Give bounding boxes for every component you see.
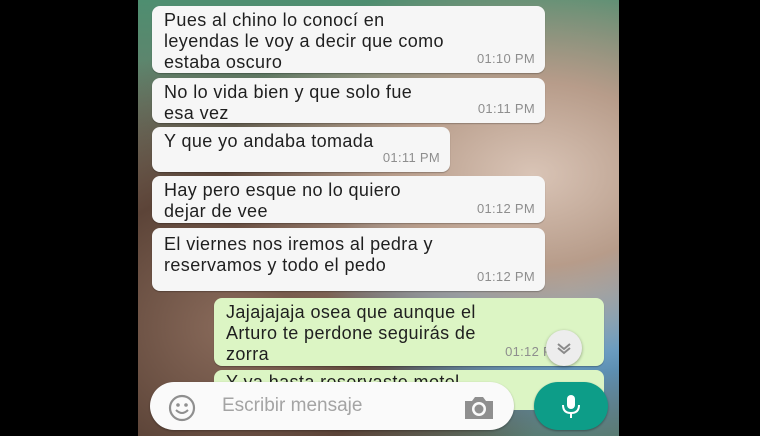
scroll-down-button[interactable] [546, 330, 582, 366]
microphone-button[interactable] [534, 382, 608, 430]
message-time: 01:11 PM [382, 150, 440, 165]
message-time: 01:12 PM [476, 201, 535, 216]
message-incoming[interactable]: Hay pero esque no lo quiero dejar de vee… [152, 176, 545, 223]
message-time: 01:12 P [505, 344, 552, 359]
message-time: 01:10 PM [476, 51, 535, 66]
message-incoming[interactable]: Pues al chino lo conocí en leyendas le v… [152, 6, 545, 73]
message-incoming[interactable]: Y que yo andaba tomada 01:11 PM [152, 127, 450, 172]
message-incoming[interactable]: No lo vida bien y que solo fue esa vez 0… [152, 78, 545, 123]
message-composer [150, 382, 514, 430]
message-time: 01:12 PM [476, 269, 535, 284]
message-outgoing[interactable]: Jajajajaja osea que aunque el Arturo te … [214, 298, 604, 366]
emoji-icon[interactable] [168, 394, 196, 422]
camera-icon[interactable] [462, 395, 496, 421]
message-incoming[interactable]: El viernes nos iremos al pedra y reserva… [152, 228, 545, 291]
message-input[interactable] [222, 392, 442, 420]
chevron-down-icon [557, 343, 571, 355]
chat-area[interactable]: Pues al chino lo conocí en leyendas le v… [138, 0, 619, 436]
microphone-icon [562, 395, 580, 418]
message-time: 01:11 PM [477, 101, 535, 116]
